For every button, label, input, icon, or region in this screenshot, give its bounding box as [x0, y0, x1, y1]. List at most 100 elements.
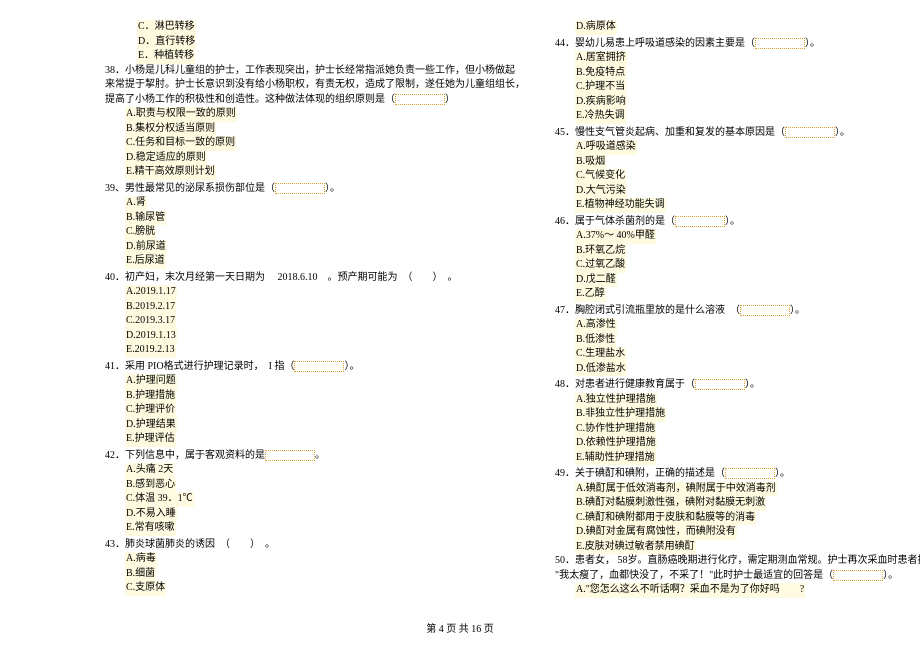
q40: 40．初产妇，末次月经第一天日期为 2018.6.10 。预产期可能为 （ ） …	[105, 271, 525, 286]
opt-text: D.2019.1.13	[125, 329, 177, 344]
left-column: C．淋巴转移 D．直行转移 E．种植转移 38．小杨是儿科儿童组的护士，工作表现…	[105, 20, 525, 605]
opt-text: E.乙醇	[575, 287, 606, 302]
opt-text: A.病毒	[125, 552, 157, 567]
q38-text: 38．小杨是儿科儿童组的护士，工作表现突出，护士长经常指派她负责一些工作，但小杨…	[105, 65, 515, 76]
q38-opt-b: B.集权分权适当原则	[105, 122, 525, 137]
right-column: D.病原体 44．婴幼儿易患上呼吸道感染的因素主要是（）。 A.居室拥挤 B.免…	[555, 20, 920, 605]
opt-text: E.植物神经功能失调	[575, 198, 666, 213]
blank-box	[395, 94, 445, 105]
q40-opt-b: B.2019.2.17	[105, 300, 525, 315]
opt-text: C.生理盐水	[575, 347, 626, 362]
q39: 39、男性最常见的泌尿系损伤部位是（）。	[105, 182, 525, 197]
opt-text: A.职责与权限一致的原则	[125, 107, 237, 122]
q43-opt-d: D.病原体	[555, 20, 920, 35]
opt-text: D.碘酊对金属有腐蚀性，而碘附没有	[575, 525, 737, 540]
blank-box	[740, 305, 790, 316]
blank-box	[675, 216, 725, 227]
opt-text: A.高渗性	[575, 318, 617, 333]
q45-opt-a: A.呼吸道感染	[555, 140, 920, 155]
q46-opt-e: E.乙醇	[555, 287, 920, 302]
blank-box	[725, 468, 775, 479]
q45-opt-b: B.吸烟	[555, 155, 920, 170]
opt-text: D.大气污染	[575, 184, 627, 199]
q48-opt-e: E.辅助性护理措施	[555, 451, 920, 466]
q38-opt-a: A.职责与权限一致的原则	[105, 107, 525, 122]
q37-opt-c: C．淋巴转移	[105, 20, 525, 35]
opt-text: C.护理不当	[575, 80, 626, 95]
opt-text: D.不易入睡	[125, 507, 177, 522]
q40-opt-e: E.2019.2.13	[105, 343, 525, 358]
blank-box	[294, 361, 344, 372]
blank-box	[275, 183, 325, 194]
opt-text: C.2019.3.17	[125, 314, 176, 329]
opt-text: D.护理结果	[125, 418, 177, 433]
opt-text: D．直行转移	[137, 35, 196, 50]
opt-text: A.护理问题	[125, 374, 177, 389]
q44-opt-a: A.居室拥挤	[555, 51, 920, 66]
q40-opt-c: C.2019.3.17	[105, 314, 525, 329]
q45-opt-d: D.大气污染	[555, 184, 920, 199]
opt-text: B.环氧乙烷	[575, 244, 626, 259]
q50: 50．患者女， 58岁。直肠癌晚期进行化疗，需定期测血常规。护士再次采血时患者拒…	[555, 554, 920, 583]
opt-text: E.2019.2.13	[125, 343, 176, 358]
opt-text: D.稳定适应的原则	[125, 151, 207, 166]
q43: 43．肺炎球菌肺炎的诱因 （ ） 。	[105, 538, 525, 553]
opt-text: D.戊二醛	[575, 273, 617, 288]
q46-opt-c: C.过氧乙酸	[555, 258, 920, 273]
opt-text: B.细菌	[125, 567, 156, 582]
q41-opt-d: D.护理结果	[105, 418, 525, 433]
opt-text: C.护理评价	[125, 403, 176, 418]
q46: 46．属于气体杀菌剂的是（）。	[555, 215, 920, 230]
q43-opt-c: C.支原体	[105, 581, 525, 596]
q48: 48．对患者进行健康教育属于（）。	[555, 378, 920, 393]
q49-opt-e: E.皮肤对碘过敏者禁用碘酊	[555, 540, 920, 555]
q42-opt-a: A.头痛 2天	[105, 463, 525, 478]
q50-opt-a: A."您怎么这么不听话啊？采血不是为了你好吗 ?	[555, 583, 920, 598]
blank-box	[833, 570, 883, 581]
q43-opt-a: A.病毒	[105, 552, 525, 567]
opt-text: E.常有咳嗽	[125, 521, 176, 536]
q39-opt-d: D.前尿道	[105, 240, 525, 255]
opt-text: C.膀胱	[125, 225, 156, 240]
opt-text: C.任务和目标一致的原则	[125, 136, 236, 151]
q38-opt-e: E.精干高效原则计划	[105, 165, 525, 180]
opt-text: A.居室拥挤	[575, 51, 627, 66]
opt-text: C.体温 39．1℃	[125, 492, 194, 507]
q45-opt-c: C.气候变化	[555, 169, 920, 184]
q41-opt-c: C.护理评价	[105, 403, 525, 418]
q44: 44．婴幼儿易患上呼吸道感染的因素主要是（）。	[555, 37, 920, 52]
opt-text: D.依赖性护理措施	[575, 436, 657, 451]
q44-opt-c: C.护理不当	[555, 80, 920, 95]
q47-opt-c: C.生理盐水	[555, 347, 920, 362]
opt-text: E.辅助性护理措施	[575, 451, 656, 466]
opt-text: B.感到恶心	[125, 478, 176, 493]
q41-opt-e: E.护理评估	[105, 432, 525, 447]
q46-opt-a: A.37%～ 40%甲醛	[555, 229, 920, 244]
q38-text2: 来常提于挈肘。护士长意识到没有给小杨职权，有责无权，造成了限制，遂任她为儿童组组…	[105, 79, 525, 90]
q42-opt-c: C.体温 39．1℃	[105, 492, 525, 507]
q39-opt-c: C.膀胱	[105, 225, 525, 240]
opt-text: C.碘酊和碘附都用于皮肤和黏膜等的消毒	[575, 511, 756, 526]
q47-opt-a: A.高渗性	[555, 318, 920, 333]
opt-text: B.非独立性护理措施	[575, 407, 666, 422]
q37-opt-e: E．种植转移	[105, 49, 525, 64]
opt-text: A.肾	[125, 196, 147, 211]
opt-text: A.碘酊属于低效消毒剂，碘附属于中效消毒剂	[575, 482, 777, 497]
opt-text: B.护理措施	[125, 389, 176, 404]
q38-opt-c: C.任务和目标一致的原则	[105, 136, 525, 151]
q49-opt-c: C.碘酊和碘附都用于皮肤和黏膜等的消毒	[555, 511, 920, 526]
opt-text: B.2019.2.17	[125, 300, 176, 315]
page-footer: 第 4 页 共 16 页	[0, 620, 920, 635]
q50-text1: 50．患者女， 58岁。直肠癌晚期进行化疗，需定期测血常规。护士再次采血时患者拒…	[555, 555, 920, 566]
q40-opt-d: D.2019.1.13	[105, 329, 525, 344]
q38-text3: 提高了小杨工作的积极性和创造性。这种做法体现的组织原则是（）	[105, 94, 455, 105]
opt-text: E.冷热失调	[575, 109, 626, 124]
opt-text: D.病原体	[575, 20, 617, 35]
blank-box	[265, 450, 315, 461]
opt-text: B.集权分权适当原则	[125, 122, 216, 137]
q42-opt-e: E.常有咳嗽	[105, 521, 525, 536]
opt-text: E.护理评估	[125, 432, 176, 447]
blank-box	[695, 379, 745, 390]
q41: 41．采用 PIO格式进行护理记录时， I 指（）。	[105, 360, 525, 375]
q47: 47．胸腔闭式引流瓶里放的是什么溶液 （）。	[555, 304, 920, 319]
